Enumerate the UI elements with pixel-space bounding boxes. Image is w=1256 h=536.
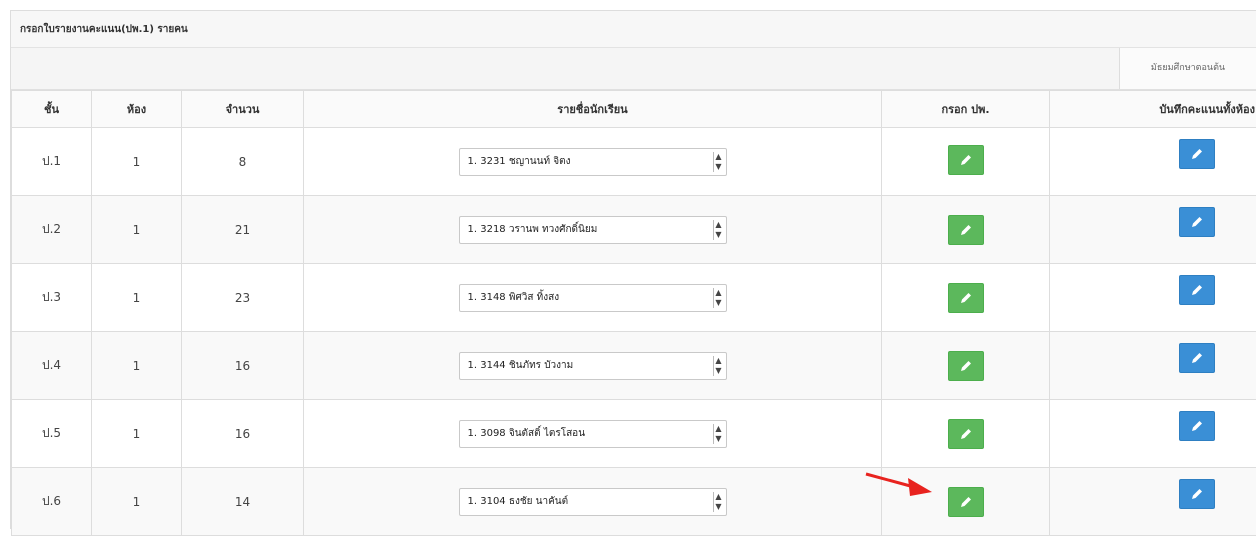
pencil-icon	[1190, 419, 1204, 433]
report-panel: กรอกใบรายงานคะแนน(ปพ.1) รายคน มัธยมศึกษา…	[10, 10, 1256, 529]
cell-student-select: 1. 3148 พิศวิส ทิ้งสง ▲▼	[304, 264, 882, 332]
table-row: ป.118 1. 3231 ชญานนท์ จิตง ▲▼	[12, 128, 1256, 196]
cell-count: 23	[182, 264, 304, 332]
dropdown-arrow-icon: ▲▼	[713, 424, 724, 444]
pencil-icon	[1190, 351, 1204, 365]
student-dropdown[interactable]: 1. 3098 จินตัสติ์ ไตรโสอน ▲▼	[459, 420, 727, 448]
cell-fill-record	[882, 196, 1050, 264]
student-dropdown[interactable]: 1. 3218 วรานพ ทวงศักดิ์นิยม ▲▼	[459, 216, 727, 244]
cell-count: 21	[182, 196, 304, 264]
student-dropdown[interactable]: 1. 3148 พิศวิส ทิ้งสง ▲▼	[459, 284, 727, 312]
pencil-icon	[1190, 283, 1204, 297]
cell-grade: ป.1	[12, 128, 92, 196]
panel-title: กรอกใบรายงานคะแนน(ปพ.1) รายคน	[11, 11, 1256, 48]
fill-record-button[interactable]	[948, 487, 984, 517]
cell-fill-record	[882, 264, 1050, 332]
dropdown-arrow-icon: ▲▼	[713, 152, 724, 172]
cell-room: 1	[92, 196, 182, 264]
student-dropdown-value: 1. 3104 ธงชัย นาคันต์	[468, 496, 569, 507]
dropdown-arrow-icon: ▲▼	[713, 356, 724, 376]
save-scores-button[interactable]	[1179, 207, 1215, 237]
header-students: รายชื่อนักเรียน	[304, 91, 882, 128]
header-fill-record: กรอก ปพ.	[882, 91, 1050, 128]
cell-fill-record	[882, 128, 1050, 196]
table-row: ป.4116 1. 3144 ชินภัทร บัวงาม ▲▼	[12, 332, 1256, 400]
cell-student-select: 1. 3144 ชินภัทร บัวงาม ▲▼	[304, 332, 882, 400]
save-scores-button[interactable]	[1179, 343, 1215, 373]
cell-room: 1	[92, 468, 182, 536]
cell-room: 1	[92, 128, 182, 196]
cell-grade: ป.6	[12, 468, 92, 536]
cell-student-select: 1. 3098 จินตัสติ์ ไตรโสอน ▲▼	[304, 400, 882, 468]
pencil-icon	[959, 153, 973, 167]
table-row: ป.5116 1. 3098 จินตัสติ์ ไตรโสอน ▲▼	[12, 400, 1256, 468]
level-link[interactable]: มัธยมศึกษาตอนต้น	[1119, 48, 1256, 89]
cell-student-select: 1. 3231 ชญานนท์ จิตง ▲▼	[304, 128, 882, 196]
student-dropdown-value: 1. 3231 ชญานนท์ จิตง	[468, 156, 571, 167]
fill-record-button[interactable]	[948, 215, 984, 245]
cell-grade: ป.3	[12, 264, 92, 332]
student-dropdown-value: 1. 3148 พิศวิส ทิ้งสง	[468, 292, 560, 303]
student-dropdown-value: 1. 3144 ชินภัทร บัวงาม	[468, 360, 574, 371]
save-scores-button[interactable]	[1179, 479, 1215, 509]
save-scores-button[interactable]	[1179, 139, 1215, 169]
fill-record-button[interactable]	[948, 351, 984, 381]
pencil-icon	[959, 427, 973, 441]
cell-grade: ป.2	[12, 196, 92, 264]
student-dropdown-value: 1. 3218 วรานพ ทวงศักดิ์นิยม	[468, 224, 598, 235]
pencil-icon	[1190, 215, 1204, 229]
cell-room: 1	[92, 332, 182, 400]
table-row: ป.6114 1. 3104 ธงชัย นาคันต์ ▲▼	[12, 468, 1256, 536]
cell-room: 1	[92, 400, 182, 468]
save-scores-button[interactable]	[1179, 275, 1215, 305]
dropdown-arrow-icon: ▲▼	[713, 220, 724, 240]
cell-count: 8	[182, 128, 304, 196]
level-bar: มัธยมศึกษาตอนต้น	[11, 48, 1256, 90]
cell-count: 14	[182, 468, 304, 536]
dropdown-arrow-icon: ▲▼	[713, 492, 724, 512]
cell-save-scores	[1050, 128, 1256, 196]
fill-record-button[interactable]	[948, 283, 984, 313]
pencil-icon	[959, 291, 973, 305]
cell-save-scores	[1050, 264, 1256, 332]
cell-student-select: 1. 3104 ธงชัย นาคันต์ ▲▼	[304, 468, 882, 536]
cell-save-scores	[1050, 332, 1256, 400]
fill-record-button[interactable]	[948, 419, 984, 449]
header-room: ห้อง	[92, 91, 182, 128]
cell-fill-record	[882, 400, 1050, 468]
pencil-icon	[959, 495, 973, 509]
cell-room: 1	[92, 264, 182, 332]
student-dropdown[interactable]: 1. 3231 ชญานนท์ จิตง ▲▼	[459, 148, 727, 176]
table-header-row: ชั้น ห้อง จำนวน รายชื่อนักเรียน กรอก ปพ.…	[12, 91, 1256, 128]
cell-save-scores	[1050, 468, 1256, 536]
cell-grade: ป.4	[12, 332, 92, 400]
cell-save-scores	[1050, 400, 1256, 468]
fill-record-button[interactable]	[948, 145, 984, 175]
cell-count: 16	[182, 400, 304, 468]
header-save-scores: บันทึกคะแนนทั้งห้อง	[1050, 91, 1256, 128]
save-scores-button[interactable]	[1179, 411, 1215, 441]
cell-fill-record	[882, 332, 1050, 400]
class-table: ชั้น ห้อง จำนวน รายชื่อนักเรียน กรอก ปพ.…	[11, 90, 1256, 536]
header-count: จำนวน	[182, 91, 304, 128]
table-row: ป.2121 1. 3218 วรานพ ทวงศักดิ์นิยม ▲▼	[12, 196, 1256, 264]
cell-grade: ป.5	[12, 400, 92, 468]
cell-save-scores	[1050, 196, 1256, 264]
cell-count: 16	[182, 332, 304, 400]
header-grade: ชั้น	[12, 91, 92, 128]
pencil-icon	[959, 223, 973, 237]
student-dropdown[interactable]: 1. 3104 ธงชัย นาคันต์ ▲▼	[459, 488, 727, 516]
student-dropdown[interactable]: 1. 3144 ชินภัทร บัวงาม ▲▼	[459, 352, 727, 380]
dropdown-arrow-icon: ▲▼	[713, 288, 724, 308]
pencil-icon	[959, 359, 973, 373]
table-row: ป.3123 1. 3148 พิศวิส ทิ้งสง ▲▼	[12, 264, 1256, 332]
cell-student-select: 1. 3218 วรานพ ทวงศักดิ์นิยม ▲▼	[304, 196, 882, 264]
red-arrow-icon	[862, 470, 934, 500]
student-dropdown-value: 1. 3098 จินตัสติ์ ไตรโสอน	[468, 428, 586, 439]
pencil-icon	[1190, 147, 1204, 161]
pencil-icon	[1190, 487, 1204, 501]
